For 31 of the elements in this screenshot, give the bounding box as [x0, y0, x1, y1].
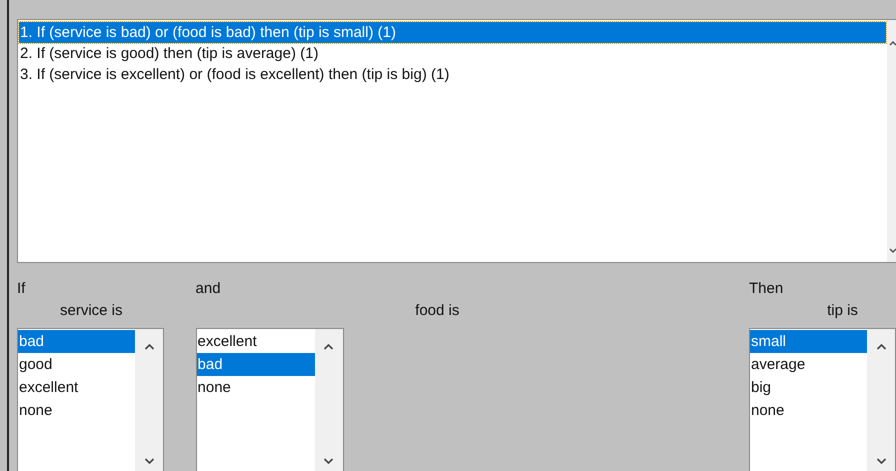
clause-heading: Then	[749, 279, 784, 299]
option-item[interactable]: none	[750, 399, 867, 422]
clause-heading: and	[196, 279, 221, 299]
option-item[interactable]: none	[18, 399, 135, 422]
option-item[interactable]: small	[750, 330, 867, 353]
option-list[interactable]: small average big none	[749, 328, 896, 471]
option-item[interactable]: bad	[196, 353, 315, 376]
rule-item[interactable]: 3. If (service is excellent) or (food is excellent) then (tip is big) (1)	[19, 64, 886, 85]
scroll-up-icon[interactable]	[876, 343, 886, 350]
option-item[interactable]: average	[750, 353, 867, 376]
option-item[interactable]: bad	[18, 330, 135, 353]
scroll-down-icon[interactable]	[889, 248, 896, 254]
variable-label: service is	[60, 301, 123, 321]
scroll-up-icon[interactable]	[889, 40, 896, 46]
option-item[interactable]: big	[750, 376, 867, 399]
option-item[interactable]: excellent	[196, 330, 315, 353]
scroll-down-icon[interactable]	[144, 458, 154, 465]
rule-item[interactable]: 1. If (service is bad) or (food is bad) then (tip is small) (1)	[19, 22, 886, 43]
rule-item[interactable]: 2. If (service is good) then (tip is average) (1)	[19, 43, 886, 64]
option-list[interactable]: bad good excellent none	[17, 328, 164, 471]
option-item[interactable]: good	[18, 353, 135, 376]
scroll-down-icon[interactable]	[323, 458, 334, 465]
scroll-down-icon[interactable]	[876, 458, 886, 465]
variable-label: food is	[415, 301, 460, 321]
scroll-up-icon[interactable]	[144, 343, 154, 350]
variable-label: tip is	[827, 301, 858, 321]
option-list[interactable]: excellent bad none	[196, 328, 344, 471]
option-item[interactable]: none	[196, 376, 315, 399]
scroll-up-icon[interactable]	[323, 343, 334, 350]
clause-heading: If	[17, 279, 26, 299]
option-item[interactable]: excellent	[18, 376, 135, 399]
